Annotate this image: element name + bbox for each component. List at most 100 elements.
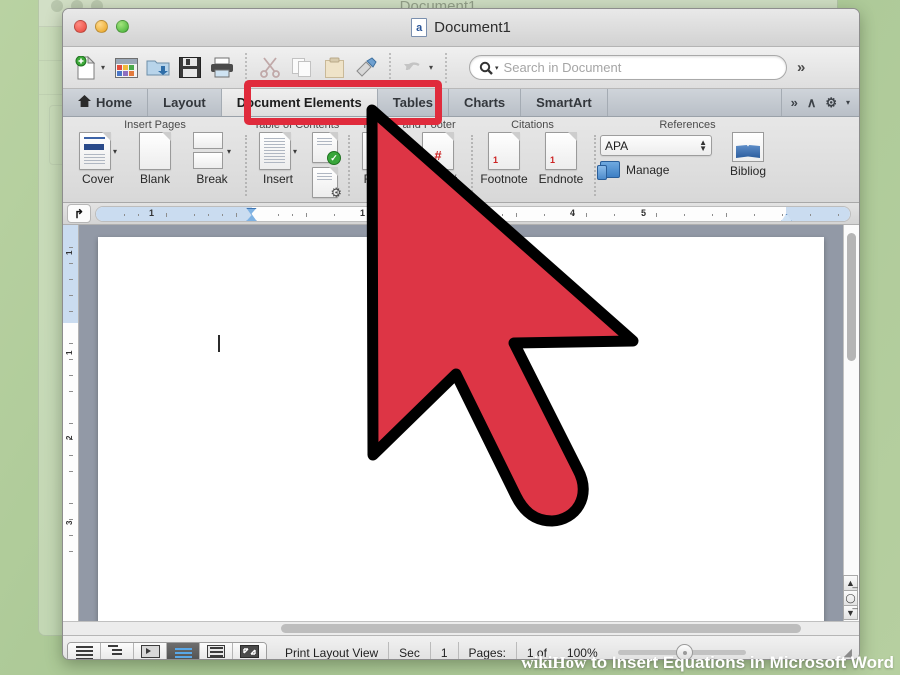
new-document-icon[interactable] xyxy=(71,52,101,84)
endnote-button[interactable]: 1 Endnote xyxy=(534,132,588,186)
group-title-references: References xyxy=(659,119,716,131)
group-title-header-and-footer: Header and Footer xyxy=(363,119,456,131)
cover-caret-icon[interactable]: ▾ xyxy=(113,147,117,156)
search-placeholder: Search in Document xyxy=(503,60,622,75)
citation-style-value: APA xyxy=(605,138,629,153)
ribbon-collapse-icon[interactable]: ∧ xyxy=(807,95,817,111)
tab-stop-selector[interactable]: ↱ xyxy=(67,204,91,223)
page-area[interactable] xyxy=(79,225,843,621)
citation-style-select[interactable]: APA ▲ ▼ xyxy=(600,135,712,156)
open-document-icon[interactable] xyxy=(143,52,173,84)
tab-home-label: Home xyxy=(96,95,133,110)
ruler-number-2: 1 xyxy=(360,207,366,218)
save-document-icon[interactable] xyxy=(175,52,205,84)
word-window: a Document1 ▾ ▾ ▾ Search in Document » H… xyxy=(62,8,860,660)
toolbar-divider-2 xyxy=(389,52,392,83)
undo-icon[interactable] xyxy=(399,52,429,84)
copy-icon[interactable] xyxy=(287,52,317,84)
endnote-label: Endnote xyxy=(538,172,584,186)
endnote-icon: 1 xyxy=(545,132,577,170)
tab-charts[interactable]: Charts xyxy=(449,89,522,116)
format-painter-icon[interactable] xyxy=(351,52,381,84)
document-page[interactable] xyxy=(98,237,824,621)
tab-tables[interactable]: Tables xyxy=(378,89,449,116)
vruler-number-3: 2 xyxy=(65,435,74,440)
browse-object-controls[interactable]: ▲̲ ◯ ▼̅ xyxy=(843,575,858,620)
blank-button[interactable]: Blank xyxy=(128,132,182,186)
undo-caret[interactable]: ▾ xyxy=(429,63,433,72)
toc-insert-button[interactable]: ▾ Insert xyxy=(251,132,305,186)
tab-document-elements[interactable]: Document Elements xyxy=(221,89,378,116)
horizontal-ruler[interactable]: 1 1 4 5 xyxy=(95,205,851,222)
manage-sources-button[interactable]: Manage xyxy=(597,161,712,180)
references-controls: APA ▲ ▼ Manage xyxy=(597,132,712,180)
footer-caret-icon[interactable]: ▾ xyxy=(396,147,400,156)
ribbon-group-citations: Citations 1 Footnote 1 Endnote xyxy=(471,117,594,202)
ruler-ticks xyxy=(96,207,850,221)
footnote-button[interactable]: 1 Footnote xyxy=(477,132,531,186)
ribbon-group-header-and-footer: Header and Footer ▾ Footer # Page # xyxy=(348,117,471,202)
cover-page-icon xyxy=(78,132,111,170)
toc-options-icon[interactable]: ⚙ xyxy=(312,167,342,200)
vertical-ruler[interactable]: 1 1 2 3 xyxy=(63,225,79,621)
toolbar-divider-1 xyxy=(245,52,248,83)
ruler-number-3: 4 xyxy=(570,207,576,218)
gear-caret-icon[interactable]: ▾ xyxy=(846,98,850,107)
tab-home[interactable]: Home xyxy=(63,89,149,116)
vertical-scrollbar-thumb[interactable] xyxy=(847,233,856,361)
toc-update-icon[interactable]: ✓ xyxy=(312,132,341,165)
toolbar-divider-3 xyxy=(445,52,448,83)
tab-smartart[interactable]: SmartArt xyxy=(521,89,608,116)
tab-document-elements-label: Document Elements xyxy=(236,95,362,110)
break-button[interactable]: ▾ Break xyxy=(185,132,239,186)
ruler-number-1: 1 xyxy=(149,207,155,218)
manage-label: Manage xyxy=(626,162,670,177)
maximize-window-button[interactable] xyxy=(116,20,129,33)
browse-select-object-icon[interactable]: ◯ xyxy=(843,590,858,605)
bibliography-button[interactable]: Bibliog xyxy=(721,132,775,178)
document-viewport: 1 1 2 3 ▲̲ ◯ ▼̅ xyxy=(63,225,859,621)
tab-charts-label: Charts xyxy=(463,95,506,110)
bibliography-icon xyxy=(732,132,764,162)
elements-gallery-icon[interactable] xyxy=(111,52,141,84)
page-number-label: Page # xyxy=(418,172,458,186)
horizontal-scrollbar-thumb[interactable] xyxy=(281,624,801,633)
search-icon[interactable]: ▾ xyxy=(479,61,499,75)
ribbon-group-table-of-contents: Table of Contents ▾ Insert ✓ ⚙ xyxy=(245,117,348,202)
blank-label: Blank xyxy=(139,172,171,186)
toc-side-buttons: ✓ ⚙ xyxy=(308,132,342,200)
search-input[interactable]: ▾ Search in Document xyxy=(469,55,788,80)
text-caret xyxy=(218,335,220,352)
group-title-citations: Citations xyxy=(511,119,554,131)
vruler-number-4: 3 xyxy=(65,520,74,525)
print-document-icon[interactable] xyxy=(207,52,237,84)
page-number-button[interactable]: # Page # xyxy=(411,132,465,186)
footer-button[interactable]: ▾ Footer xyxy=(354,132,408,186)
toc-insert-caret-icon[interactable]: ▾ xyxy=(293,147,297,156)
blank-page-icon xyxy=(139,132,171,170)
footer-icon xyxy=(361,132,394,170)
horizontal-scrollbar[interactable] xyxy=(63,621,859,635)
vertical-scrollbar[interactable] xyxy=(843,225,859,621)
new-document-caret[interactable]: ▾ xyxy=(101,63,105,72)
cover-button[interactable]: ▾ Cover xyxy=(71,132,125,186)
toolbar-overflow-button[interactable]: » xyxy=(797,59,805,76)
footnote-icon: 1 xyxy=(488,132,520,170)
browse-previous-icon[interactable]: ▲̲ xyxy=(843,575,858,590)
break-caret-icon[interactable]: ▾ xyxy=(227,147,231,156)
window-title: Document1 xyxy=(434,19,511,36)
traffic-lights[interactable] xyxy=(74,20,129,33)
watermark: wikiHow to Insert Equations in Microsoft… xyxy=(0,653,900,673)
cut-icon[interactable] xyxy=(255,52,285,84)
tab-layout[interactable]: Layout xyxy=(148,89,222,116)
horizontal-ruler-row: ↱ 1 1 4 5 xyxy=(63,203,859,225)
titlebar: a Document1 xyxy=(63,9,859,47)
ribbon-overflow-icon[interactable]: » xyxy=(791,95,798,110)
paste-icon[interactable] xyxy=(319,52,349,84)
close-window-button[interactable] xyxy=(74,20,87,33)
group-title-insert-pages: Insert Pages xyxy=(124,119,186,131)
minimize-window-button[interactable] xyxy=(95,20,108,33)
browse-next-icon[interactable]: ▼̅ xyxy=(843,605,858,620)
citation-style-stepper-icon[interactable]: ▲ ▼ xyxy=(699,138,707,152)
gear-icon[interactable]: ⚙ xyxy=(825,95,837,111)
